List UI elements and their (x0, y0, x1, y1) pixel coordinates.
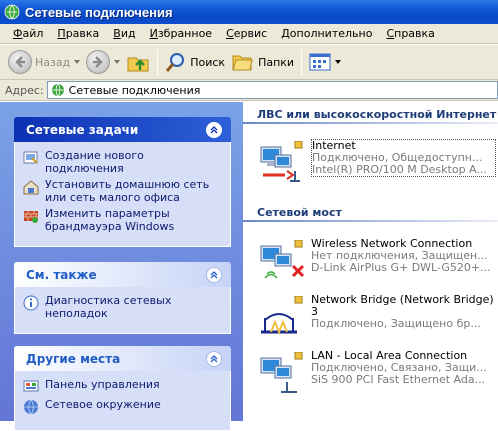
back-arrow-icon (8, 50, 32, 74)
window-title: Сетевые подключения (25, 4, 173, 20)
forward-button[interactable] (83, 47, 123, 77)
connection-device: Intel(R) PRO/100 M Desktop A... (312, 164, 487, 176)
address-bar: Адрес: Сетевые подключения (0, 80, 498, 101)
firewall-icon (24, 211, 38, 223)
lan-connection-icon (260, 352, 303, 393)
collapse-icon[interactable] (206, 121, 222, 138)
address-input[interactable]: Сетевые подключения (46, 81, 498, 99)
menu-view[interactable]: Вид (106, 27, 142, 40)
connection-wireless[interactable]: Wireless Network Connection Нет подключе… (257, 238, 493, 288)
other-places-body: Панель управления Сетевое окружение (14, 371, 231, 431)
task-pane: Сетевые задачи Создание нового подключен… (0, 102, 243, 431)
search-label: Поиск (190, 55, 226, 69)
connection-status: Подключено, Общедоступн... (312, 152, 483, 164)
task-control-panel[interactable]: Панель управления (23, 378, 222, 395)
connection-status: Подключено, Защищено бр... (311, 318, 481, 330)
network-tasks-panel: Сетевые задачи Создание нового подключен… (14, 117, 231, 247)
network-connections-icon (4, 4, 20, 20)
network-bridge-icon (261, 296, 303, 335)
other-places-header[interactable]: Другие места (14, 346, 231, 371)
connection-name: Internet (312, 140, 356, 152)
connection-status: Подключено, Связано, Защи... (311, 362, 487, 374)
group-header-lan: ЛВС или высокоскоростной Интернет (257, 108, 497, 121)
back-label: Назад (35, 55, 71, 69)
toolbar-separator (157, 49, 159, 75)
forward-arrow-icon (86, 50, 111, 74)
see-also-panel: См. также Диагностика сетевых неполадок (14, 262, 231, 334)
task-firewall-settings[interactable]: Изменить параметры брандмауэра Windows (23, 207, 222, 233)
back-button[interactable]: Назад (5, 47, 83, 77)
task-home-network[interactable]: Установить домашнюю сеть или сеть малого… (23, 178, 222, 204)
folders-label: Папки (258, 55, 295, 69)
connection-name: Wireless Network Connection (311, 238, 473, 250)
task-create-connection[interactable]: Создание нового подключения (23, 149, 222, 175)
up-folder-button[interactable] (123, 47, 153, 77)
folders-button[interactable]: Папки (228, 47, 297, 77)
menu-advanced[interactable]: Дополнительно (274, 27, 379, 40)
search-icon (166, 53, 185, 72)
chevron-down-icon[interactable] (74, 60, 81, 64)
folders-icon (232, 55, 253, 71)
connections-view: ЛВС или высокоскоростной Интернет Intern… (243, 102, 498, 421)
new-connection-icon (23, 151, 38, 164)
task-network-diagnostics[interactable]: Диагностика сетевых неполадок (23, 294, 222, 320)
connection-lan[interactable]: LAN - Local Area Connection Подключено, … (257, 350, 493, 400)
see-also-body: Диагностика сетевых неполадок (14, 287, 231, 334)
other-places-title: Другие места (26, 351, 121, 366)
network-places-icon (24, 399, 38, 415)
menu-help[interactable]: Справка (379, 27, 441, 40)
group-header-bridge: Сетевой мост (257, 206, 342, 219)
connection-status: Нет подключения, Защищен... (311, 250, 488, 262)
menu-bar: Файл Правка Вид Избранное Сервис Дополни… (0, 24, 498, 44)
search-button[interactable]: Поиск (162, 47, 228, 77)
toolbar-separator (301, 49, 303, 75)
other-places-panel: Другие места Панель управления Сетевое о… (14, 346, 231, 431)
lan-connection-icon (260, 141, 303, 182)
task-network-places[interactable]: Сетевое окружение (23, 398, 222, 415)
views-button[interactable] (306, 47, 344, 77)
connection-name: LAN - Local Area Connection (311, 350, 468, 362)
chevron-down-icon[interactable] (114, 60, 121, 64)
collapse-icon[interactable] (206, 350, 222, 367)
up-folder-icon (127, 57, 149, 72)
control-panel-icon (23, 380, 39, 392)
network-tasks-header[interactable]: Сетевые задачи (14, 117, 231, 142)
chevron-down-icon[interactable] (335, 60, 342, 64)
connection-device: SiS 900 PCI Fast Ethernet Ada... (311, 374, 486, 386)
menu-edit[interactable]: Правка (50, 27, 106, 40)
connection-name: Network Bridge (Network Bridge) (311, 294, 494, 306)
home-network-icon (23, 180, 39, 195)
info-icon (23, 295, 39, 311)
address-label: Адрес: (5, 83, 44, 97)
network-tasks-title: Сетевые задачи (26, 122, 139, 137)
connection-number: 3 (311, 306, 318, 318)
see-also-header[interactable]: См. также (14, 262, 231, 287)
connection-internet[interactable]: Internet Подключено, Общедоступн... Inte… (257, 139, 496, 189)
connection-network-bridge[interactable]: Network Bridge (Network Bridge) 3 Подклю… (257, 294, 494, 344)
group-divider (243, 220, 498, 222)
network-connections-icon (51, 83, 64, 97)
title-bar[interactable]: Сетевые подключения (0, 0, 498, 24)
connection-device: D-Link AirPlus G+ DWL-G520+... (311, 262, 491, 274)
wireless-connection-icon (260, 240, 305, 279)
address-value: Сетевые подключения (68, 83, 201, 97)
menu-tools[interactable]: Сервис (219, 27, 274, 40)
group-divider (243, 122, 498, 124)
menu-favorites[interactable]: Избранное (143, 27, 219, 40)
network-tasks-body: Создание нового подключения Установить д… (14, 142, 231, 247)
menu-file[interactable]: Файл (6, 27, 50, 40)
collapse-icon[interactable] (206, 266, 222, 283)
toolbar: Назад Поиск Папки (0, 45, 498, 80)
see-also-title: См. также (26, 267, 97, 282)
views-icon (309, 53, 331, 71)
